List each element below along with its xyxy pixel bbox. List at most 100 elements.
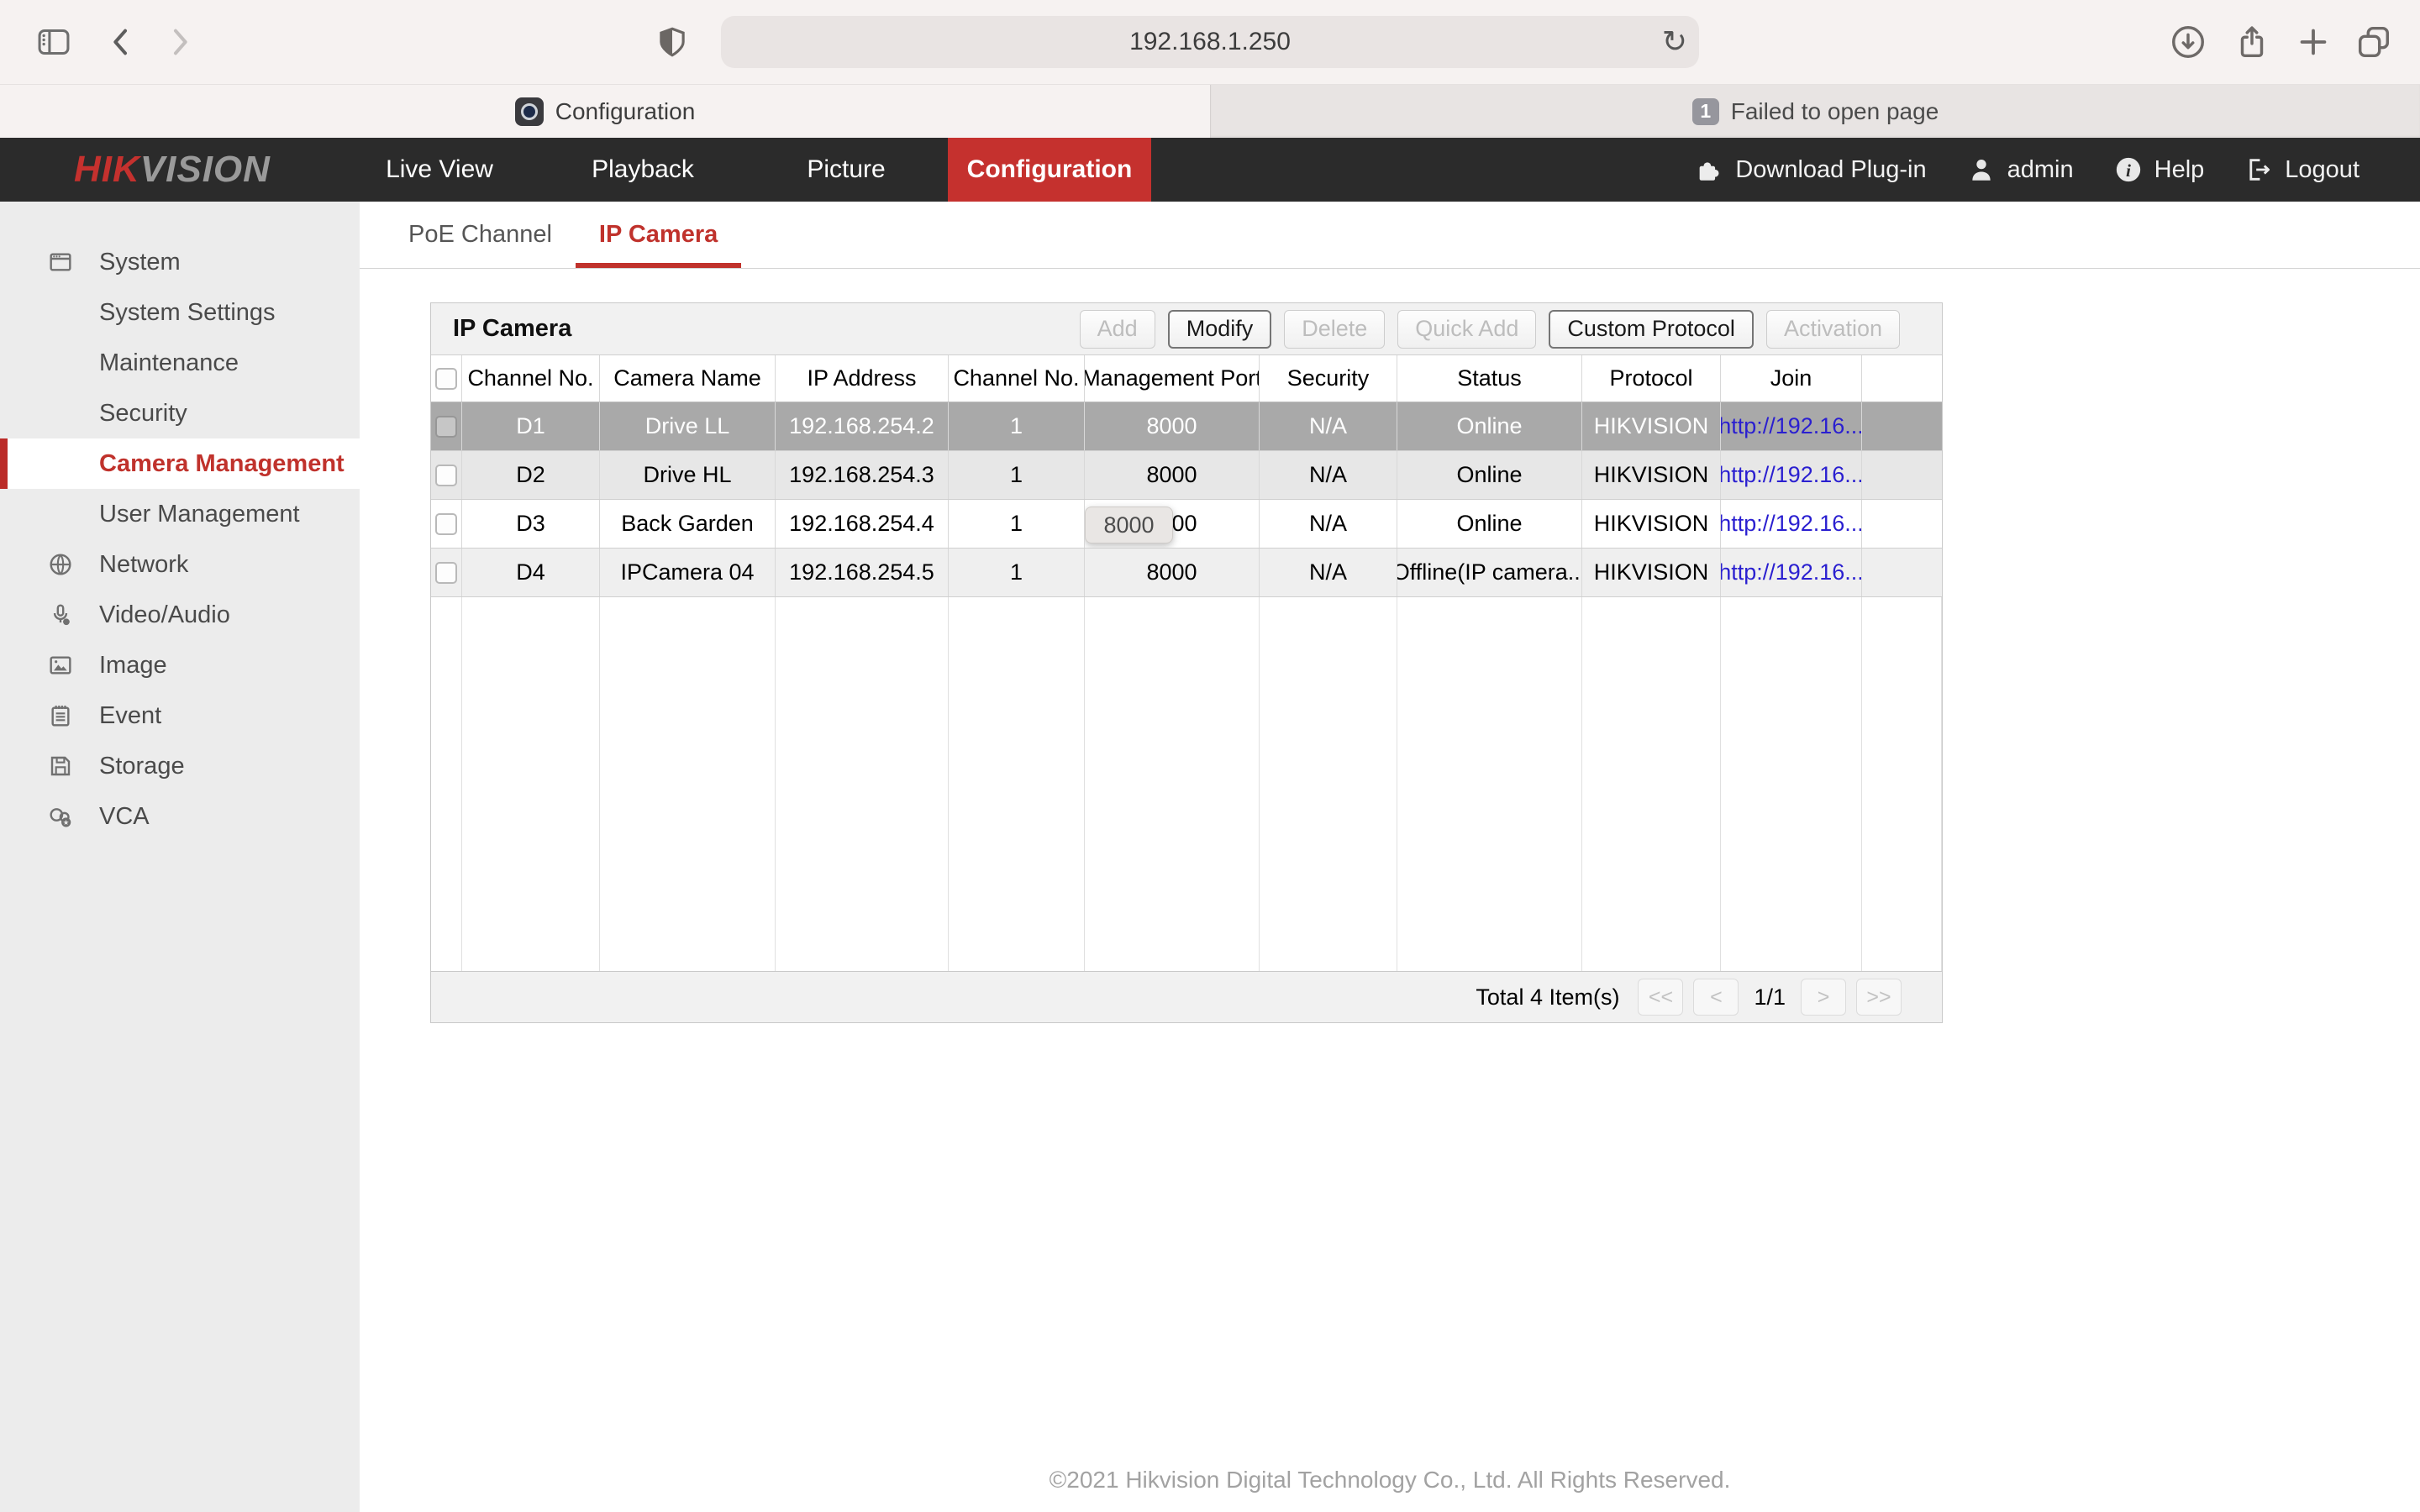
sidebar-item-image[interactable]: Image <box>0 640 360 690</box>
cell-port: 8000 <box>1085 451 1260 499</box>
sidebar-item-event[interactable]: Event <box>0 690 360 741</box>
nav-picture[interactable]: Picture <box>744 138 948 202</box>
delete-button[interactable]: Delete <box>1284 309 1386 349</box>
logout-button[interactable]: Logout <box>2244 155 2360 184</box>
table-row[interactable]: D3 Back Garden 192.168.254.4 1 8000 8000… <box>431 500 1942 549</box>
cell-camera-name: Drive LL <box>600 402 776 450</box>
content-tabs: PoE Channel IP Camera <box>360 202 2420 269</box>
row-checkbox[interactable] <box>435 415 457 438</box>
filler-cell <box>1582 597 1721 971</box>
table-row[interactable]: D1 Drive LL 192.168.254.2 1 8000 N/A Onl… <box>431 402 1942 451</box>
sidebar-item-system-settings[interactable]: System Settings <box>0 287 360 338</box>
panel-header: IP Camera Add Modify Delete Quick Add Cu… <box>431 303 1942 355</box>
sidebar-label: Maintenance <box>99 349 239 376</box>
browser-tab-label: Configuration <box>555 97 696 124</box>
puzzle-icon <box>1699 162 1719 181</box>
row-checkbox[interactable] <box>435 512 457 535</box>
sidebar-item-maintenance[interactable]: Maintenance <box>0 338 360 388</box>
prev-page-button[interactable]: < <box>1693 979 1739 1016</box>
sidebar-item-vca[interactable]: ★ VCA <box>0 791 360 842</box>
sidebar-label: System <box>99 248 181 276</box>
filler-cell <box>1085 597 1260 971</box>
cell-channel2: 1 <box>949 549 1085 596</box>
tab-overview-icon[interactable] <box>2350 18 2397 66</box>
modify-button[interactable]: Modify <box>1167 309 1272 349</box>
activation-button[interactable]: Activation <box>1765 309 1900 349</box>
browser-tab-failed[interactable]: 1 Failed to open page <box>1210 85 2420 138</box>
browser-tab-label: Failed to open page <box>1730 97 1939 124</box>
cell-status: Online <box>1397 402 1582 450</box>
camera-link[interactable]: http://192.16... <box>1721 413 1861 439</box>
row-checkbox[interactable] <box>435 464 457 486</box>
filler-cell <box>462 597 600 971</box>
svg-text:i: i <box>2126 160 2131 181</box>
privacy-shield-icon[interactable] <box>649 18 696 66</box>
tab-poe-channel[interactable]: PoE Channel <box>385 202 576 268</box>
svg-text:★: ★ <box>63 818 70 827</box>
filler-cell <box>949 597 1085 971</box>
globe-icon <box>47 551 74 578</box>
sidebar-toggle-icon[interactable] <box>30 18 77 66</box>
cell-channel2: 1 <box>949 500 1085 548</box>
last-page-button[interactable]: >> <box>1856 979 1902 1016</box>
camera-link[interactable]: http://192.16... <box>1721 559 1861 585</box>
back-icon[interactable] <box>97 18 145 66</box>
select-all-checkbox[interactable] <box>435 367 457 390</box>
table-row[interactable]: D4 IPCamera 04 192.168.254.5 1 8000 N/A … <box>431 549 1942 597</box>
quick-add-button[interactable]: Quick Add <box>1397 309 1537 349</box>
nav-configuration[interactable]: Configuration <box>948 138 1151 202</box>
panel-title: IP Camera <box>453 315 572 342</box>
filler-cell <box>1721 597 1862 971</box>
sidebar-label: User Management <box>99 500 300 528</box>
tab-ip-camera[interactable]: IP Camera <box>575 202 742 268</box>
forward-icon[interactable] <box>156 18 203 66</box>
downloads-icon[interactable] <box>2165 18 2212 66</box>
help-button[interactable]: i Help <box>2114 155 2204 184</box>
sidebar-item-camera-management[interactable]: Camera Management <box>0 438 360 489</box>
table-footer: Total 4 Item(s) << < 1/1 > >> <box>431 972 1942 1022</box>
main-nav: Live View Playback Picture Configuration <box>338 138 1151 202</box>
new-tab-icon[interactable] <box>2290 18 2337 66</box>
logo-hik: HIK <box>74 149 140 190</box>
sidebar-item-system[interactable]: System <box>0 237 360 287</box>
row-checkbox[interactable] <box>435 561 457 584</box>
browser-tab-configuration[interactable]: Configuration <box>0 85 1210 138</box>
user-menu[interactable]: admin <box>1967 155 2074 184</box>
cell-channel2: 1 <box>949 451 1085 499</box>
nav-playback[interactable]: Playback <box>541 138 744 202</box>
next-page-button[interactable]: > <box>1801 979 1846 1016</box>
sidebar-item-user-management[interactable]: User Management <box>0 489 360 539</box>
sidebar-item-video-audio[interactable]: Video/Audio <box>0 590 360 640</box>
camera-link[interactable]: http://192.16... <box>1721 511 1861 537</box>
add-button[interactable]: Add <box>1079 309 1155 349</box>
filler-cell <box>1862 597 1942 971</box>
hikvision-favicon-icon <box>514 97 544 126</box>
first-page-button[interactable]: << <box>1638 979 1684 1016</box>
nav-live-view[interactable]: Live View <box>338 138 541 202</box>
cell-join: http://192.16... <box>1721 451 1862 499</box>
cell-join: http://192.16... <box>1721 402 1862 450</box>
cell-port: 8000 <box>1085 402 1260 450</box>
cell-protocol: HIKVISION <box>1582 451 1721 499</box>
row-checkbox-cell <box>431 451 462 499</box>
sidebar-item-security[interactable]: Security <box>0 388 360 438</box>
logout-icon <box>2249 159 2270 181</box>
custom-protocol-button[interactable]: Custom Protocol <box>1549 309 1754 349</box>
download-plugin-button[interactable]: Download Plug-in <box>1695 155 1927 184</box>
cell-status: Online <box>1397 500 1582 548</box>
cell-empty <box>1862 500 1942 548</box>
table-row[interactable]: D2 Drive HL 192.168.254.3 1 8000 N/A Onl… <box>431 451 1942 500</box>
address-bar[interactable]: 192.168.1.250 ↻ <box>721 16 1699 68</box>
sidebar-item-network[interactable]: Network <box>0 539 360 590</box>
share-icon[interactable] <box>2228 18 2275 66</box>
logo-vision: VISION <box>139 149 271 190</box>
filler-cell <box>1397 597 1582 971</box>
reload-icon[interactable]: ↻ <box>1662 25 1687 60</box>
sidebar-item-storage[interactable]: Storage <box>0 741 360 791</box>
image-icon <box>47 652 74 679</box>
camera-link[interactable]: http://192.16... <box>1721 462 1861 488</box>
